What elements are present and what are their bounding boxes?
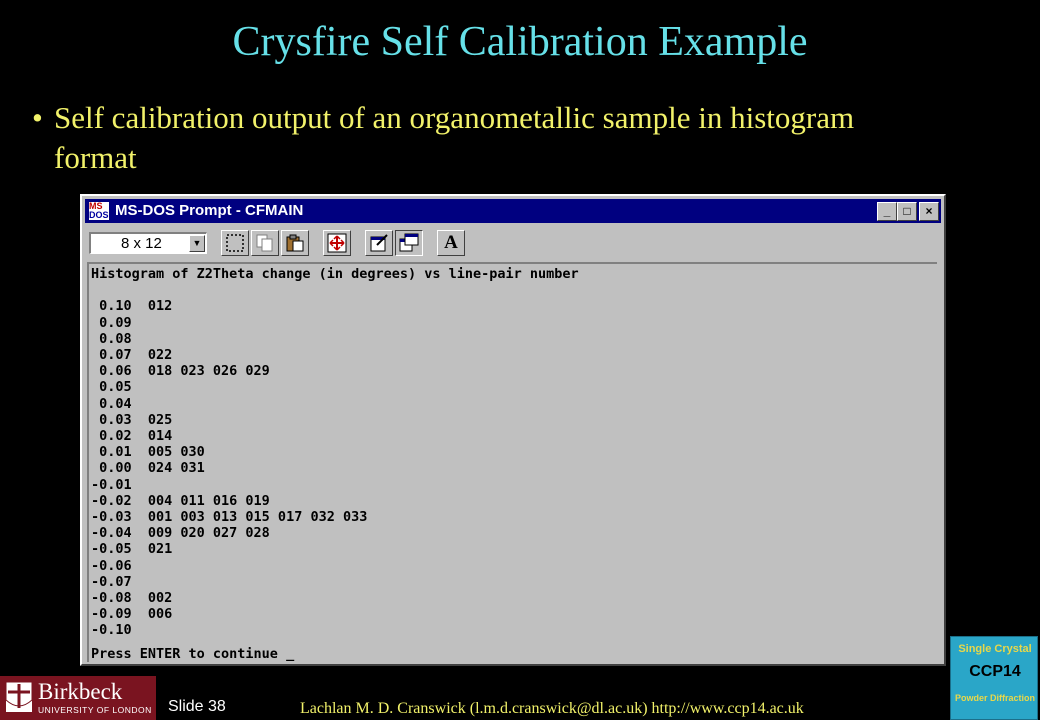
msdos-app-icon[interactable]: MS DOS bbox=[89, 202, 109, 220]
msdos-window[interactable]: MS DOS MS-DOS Prompt - CFMAIN _ □ × 8 x … bbox=[80, 194, 946, 666]
mark-icon bbox=[226, 234, 244, 252]
shield-icon bbox=[6, 682, 32, 712]
properties-icon bbox=[370, 234, 388, 252]
paste-button[interactable] bbox=[281, 230, 309, 256]
bullet-text: Self calibration output of an organometa… bbox=[54, 100, 855, 175]
birkbeck-logo: Birkbeck UNIVERSITY OF LONDON bbox=[0, 676, 156, 720]
ccp14-line1: Single Crystal bbox=[958, 643, 1032, 655]
fullscreen-button[interactable] bbox=[323, 230, 351, 256]
minimize-button[interactable]: _ bbox=[877, 202, 897, 221]
ccp14-line2: CCP14 bbox=[969, 663, 1021, 680]
font-size-value: 8 x 12 bbox=[121, 235, 162, 252]
background-button[interactable] bbox=[395, 230, 423, 256]
copy-icon bbox=[256, 234, 273, 252]
copy-button[interactable] bbox=[251, 230, 279, 256]
fullscreen-icon bbox=[327, 233, 347, 253]
bullet-dot: • bbox=[32, 100, 43, 135]
icon-text-bottom: DOS bbox=[89, 210, 109, 220]
window-title: MS-DOS Prompt - CFMAIN bbox=[115, 202, 304, 219]
properties-button[interactable] bbox=[365, 230, 393, 256]
footer-credit: Lachlan M. D. Cranswick (l.m.d.cranswick… bbox=[300, 700, 804, 717]
font-button[interactable]: A bbox=[437, 230, 465, 256]
console-prompt: Press ENTER to continue _ bbox=[91, 646, 295, 662]
background-icon bbox=[399, 233, 419, 252]
slide-number: Slide 38 bbox=[168, 698, 226, 715]
birkbeck-subtitle: UNIVERSITY OF LONDON bbox=[38, 705, 152, 715]
close-button[interactable]: × bbox=[919, 202, 939, 221]
paste-icon bbox=[286, 234, 304, 252]
slide-title: Crysfire Self Calibration Example bbox=[232, 19, 808, 65]
window-titlebar[interactable]: MS DOS MS-DOS Prompt - CFMAIN _ □ × bbox=[85, 199, 941, 223]
ccp14-line3: Powder Diffraction bbox=[954, 693, 1035, 703]
birkbeck-name: Birkbeck bbox=[38, 679, 123, 704]
chevron-down-icon[interactable]: ▼ bbox=[189, 235, 205, 252]
toolbar: 8 x 12 ▼ A bbox=[85, 226, 941, 260]
mark-button[interactable] bbox=[221, 230, 249, 256]
maximize-button[interactable]: □ bbox=[897, 202, 917, 221]
font-size-select[interactable]: 8 x 12 ▼ bbox=[89, 232, 207, 254]
console-text: Histogram of Z2Theta change (in degrees)… bbox=[91, 266, 579, 639]
console-output[interactable]: Histogram of Z2Theta change (in degrees)… bbox=[87, 262, 937, 662]
ccp14-logo: Single Crystal CCP14 Powder Diffraction bbox=[950, 636, 1038, 720]
